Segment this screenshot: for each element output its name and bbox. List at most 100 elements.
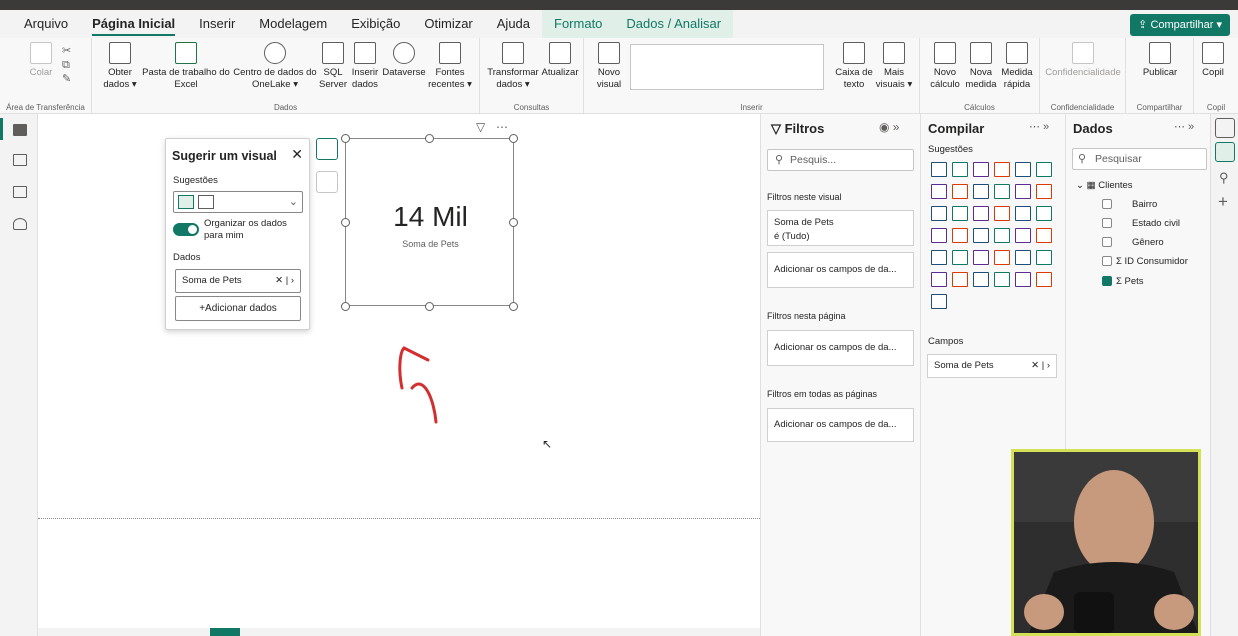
new-calculation-button[interactable]: Novo cálculo (928, 42, 962, 91)
dax-view-icon[interactable] (13, 218, 27, 230)
new-measure-button[interactable]: Nova medida (964, 42, 998, 91)
visual-type-icon[interactable] (994, 250, 1010, 265)
excel-workbook-button[interactable]: Pasta de trabalho do Excel (140, 42, 232, 91)
tab-pagina-inicial[interactable]: Página Inicial (80, 10, 187, 38)
copilot-button[interactable]: Copil (1198, 42, 1228, 79)
active-page-tab[interactable] (210, 628, 240, 636)
visual-type-icon[interactable] (973, 206, 989, 221)
visual-type-icon[interactable] (1036, 228, 1052, 243)
visual-type-icon[interactable] (994, 162, 1010, 177)
visual-type-icon[interactable] (1036, 184, 1052, 199)
filter-visual-icon[interactable]: ▽ (476, 120, 485, 134)
dataverse-button[interactable]: Dataverse (382, 42, 426, 79)
visual-type-icon[interactable] (1015, 162, 1031, 177)
close-icon[interactable]: ✕ (291, 146, 303, 163)
cut-copy-format-icons[interactable]: ✂ ⧉ ✎ (62, 44, 71, 86)
field-checkbox-pets[interactable] (1102, 276, 1112, 286)
recent-sources-button[interactable]: Fontes recentes ▾ (426, 42, 474, 91)
visual-type-icon[interactable] (1036, 272, 1052, 287)
share-button[interactable]: ⇪ Compartilhar ▾ (1130, 14, 1230, 36)
visual-type-icon[interactable] (973, 250, 989, 265)
visual-type-icon[interactable] (973, 228, 989, 243)
collapse-data-icon[interactable]: ⋯ » (1174, 120, 1194, 133)
card-visual[interactable]: 14 Mil Soma de Pets (345, 138, 514, 306)
tab-exibicao[interactable]: Exibição (339, 10, 412, 38)
visual-type-icon[interactable] (1015, 228, 1031, 243)
resize-handle-r[interactable] (509, 218, 518, 227)
visual-type-icon[interactable] (931, 250, 947, 265)
resize-handle-bl[interactable] (341, 302, 350, 311)
add-pane-icon[interactable]: + (1218, 192, 1228, 212)
field-checkbox-genero[interactable] (1102, 237, 1112, 247)
more-options-icon[interactable]: ⋯ (496, 120, 508, 134)
build-visual-icon[interactable] (316, 138, 338, 160)
get-data-button[interactable]: Obter dados ▾ (100, 42, 140, 91)
field-pets[interactable]: Σ Pets (1116, 276, 1144, 287)
field-bairro[interactable]: Bairro (1132, 199, 1157, 210)
filter-card-soma-pets[interactable]: Soma de Pets é (Tudo) (767, 210, 914, 246)
visual-type-icon[interactable] (952, 184, 968, 199)
visual-type-icon[interactable] (973, 272, 989, 287)
format-pane-icon[interactable]: ⚲ (1219, 170, 1229, 186)
remove-close-icon[interactable]: ✕ | › (275, 270, 294, 292)
build-pane-icon[interactable] (1215, 142, 1235, 162)
model-view-icon[interactable] (13, 186, 27, 198)
text-box-button[interactable]: Caixa de texto (834, 42, 874, 91)
format-visual-icon[interactable] (316, 171, 338, 193)
visual-type-icon[interactable] (952, 272, 968, 287)
visual-gallery[interactable] (630, 44, 824, 90)
visual-type-icon[interactable] (994, 184, 1010, 199)
visual-type-icon[interactable] (952, 206, 968, 221)
field-well-soma-pets[interactable]: Soma de Pets ✕ | › (175, 269, 301, 293)
visual-type-icon[interactable] (1036, 250, 1052, 265)
add-fields-page-dropzone[interactable]: Adicionar os campos de da... (767, 330, 914, 366)
filters-search-input[interactable]: Pesquis... (767, 149, 914, 171)
data-search-input[interactable]: Pesquisar (1072, 148, 1207, 170)
visual-type-icon[interactable] (1015, 184, 1031, 199)
visual-type-icon[interactable] (952, 162, 968, 177)
tab-otimizar[interactable]: Otimizar (412, 10, 484, 38)
visual-type-icon[interactable] (1015, 206, 1031, 221)
resize-handle-l[interactable] (341, 218, 350, 227)
visual-type-icon[interactable] (1015, 250, 1031, 265)
visual-type-icon[interactable] (994, 272, 1010, 287)
more-visuals-button[interactable]: Mais visuais ▾ (874, 42, 914, 91)
refresh-button[interactable]: Atualizar (540, 42, 580, 79)
tab-modelagem[interactable]: Modelagem (247, 10, 339, 38)
visual-type-icon[interactable] (931, 228, 947, 243)
visual-type-icon[interactable] (1036, 206, 1052, 221)
eye-icon[interactable]: ◉ » (879, 120, 899, 134)
visual-type-icon[interactable] (973, 162, 989, 177)
table-view-icon[interactable] (13, 154, 27, 166)
field-id-consumidor[interactable]: Σ ID Consumidor (1116, 256, 1188, 267)
paste-button[interactable]: Colar (26, 42, 56, 79)
table-clientes[interactable]: ⌄ ▦ Clientes (1076, 180, 1133, 191)
new-visual-button[interactable]: Novo visual (594, 42, 624, 91)
visual-type-icon[interactable] (994, 206, 1010, 221)
collapse-build-icon[interactable]: ⋯ » (1029, 120, 1049, 133)
visual-type-icon[interactable] (931, 162, 947, 177)
add-fields-all-pages-dropzone[interactable]: Adicionar os campos de da... (767, 408, 914, 442)
tab-formato[interactable]: Formato (542, 10, 615, 38)
resize-handle-b[interactable] (425, 302, 434, 311)
organize-data-toggle[interactable] (173, 223, 199, 236)
visual-type-icon[interactable] (1036, 162, 1052, 177)
remove-field-icon[interactable]: ✕ | › (1031, 360, 1050, 372)
tab-inserir[interactable]: Inserir (187, 10, 247, 38)
visual-type-icon[interactable] (931, 272, 947, 287)
visual-type-icon[interactable] (973, 184, 989, 199)
tab-ajuda[interactable]: Ajuda (485, 10, 542, 38)
report-view-icon[interactable] (13, 124, 27, 136)
tab-dados-analisar[interactable]: Dados / Analisar (614, 10, 734, 38)
visual-type-icon[interactable] (931, 206, 947, 221)
visual-type-icon[interactable] (952, 228, 968, 243)
transform-data-button[interactable]: Transformar dados ▾ (486, 42, 540, 91)
field-checkbox-bairro[interactable] (1102, 199, 1112, 209)
fields-well-soma-pets[interactable]: Soma de Pets ✕ | › (927, 354, 1057, 378)
resize-handle-br[interactable] (509, 302, 518, 311)
tab-arquivo[interactable]: Arquivo (0, 10, 80, 38)
field-genero[interactable]: Gênero (1132, 237, 1164, 248)
publish-button[interactable]: Publicar (1136, 42, 1184, 79)
enter-data-button[interactable]: Inserir dados (350, 42, 380, 91)
add-fields-visual-dropzone[interactable]: Adicionar os campos de da... (767, 252, 914, 288)
